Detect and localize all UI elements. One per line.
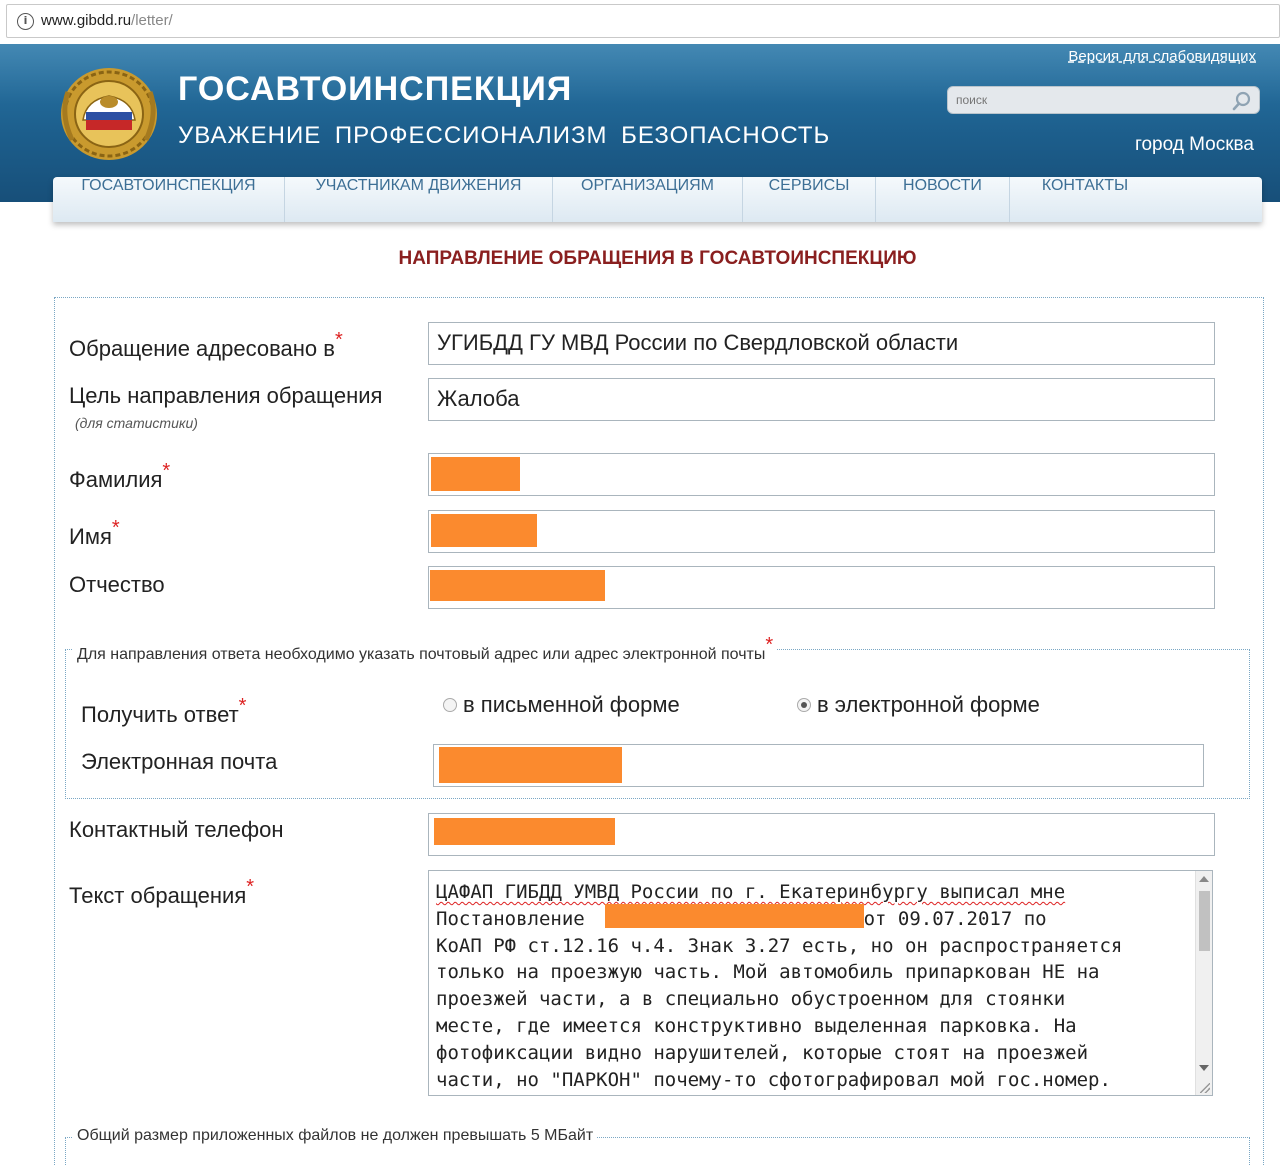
nav-item-road-users[interactable]: УЧАСТНИКАМ ДВИЖЕНИЯ <box>285 177 553 222</box>
redaction-block <box>431 514 537 547</box>
nav-item-organizations[interactable]: ОРГАНИЗАЦИЯМ <box>553 177 743 222</box>
reply-option-paper-label: в письменной форме <box>463 692 680 717</box>
scroll-up-arrow-icon[interactable] <box>1199 876 1209 882</box>
addressee-label: Обращение адресовано в* <box>69 329 343 362</box>
nav-item-contacts[interactable]: КОНТАКТЫ <box>1010 177 1160 222</box>
files-legend: Общий размер приложенных файлов не долже… <box>73 1127 598 1145</box>
purpose-hint: (для статистики) <box>75 415 198 431</box>
purpose-field[interactable]: Жалоба <box>428 378 1215 421</box>
city-selector[interactable]: город Москва <box>1135 134 1254 156</box>
redaction-block <box>430 570 605 601</box>
reply-label: Получить ответ* <box>81 695 246 728</box>
message-line: ЦАФАП ГИБДД УМВД России по г. Екатеринбу… <box>436 881 1065 903</box>
radio-button[interactable] <box>443 698 457 712</box>
gibdd-emblem-icon[interactable] <box>56 62 162 162</box>
reply-legend-text: Для направления ответа необходимо указат… <box>77 646 766 663</box>
purpose-label: Цель направления обращения <box>69 383 383 408</box>
surname-label: Фамилия* <box>69 460 170 493</box>
url-path: /letter/ <box>131 12 173 29</box>
resize-grip-icon[interactable] <box>1200 1083 1210 1093</box>
page-title: НАПРАВЛЕНИЕ ОБРАЩЕНИЯ В ГОСАВТОИНСПЕКЦИЮ <box>398 248 917 269</box>
url-text[interactable]: www.gibdd.ru/letter/ <box>41 12 173 29</box>
radio-button-checked[interactable] <box>797 698 811 712</box>
name-label-text: Имя <box>69 524 112 549</box>
surname-label-text: Фамилия <box>69 467 163 492</box>
surname-field[interactable] <box>428 453 1215 496</box>
accessibility-version-link[interactable]: Версия для слабовидящих <box>1068 48 1256 65</box>
reply-option-electronic[interactable]: в электронной форме <box>797 692 1040 718</box>
nav-item-services[interactable]: СЕРВИСЫ <box>743 177 876 222</box>
reply-legend: Для направления ответа необходимо указат… <box>73 634 778 665</box>
addressee-label-text: Обращение адресовано в <box>69 336 335 361</box>
info-icon[interactable]: i <box>17 13 34 30</box>
message-line-text: ЦАФАП ГИБДД УМВД России по г. Екатеринбу… <box>436 881 1066 903</box>
redaction-block <box>605 904 864 928</box>
required-mark: * <box>238 695 247 717</box>
redaction-block <box>439 747 622 783</box>
message-line: только на проезжую часть. Мой автомобиль… <box>436 961 1100 984</box>
message-line-text: от 09.07.2017 по <box>852 907 1047 930</box>
patronymic-label: Отчество <box>69 572 165 597</box>
redaction-block <box>434 818 615 845</box>
nav-item-gosavtoinspektsiya[interactable]: ГОСАВТОИНСПЕКЦИЯ <box>53 177 285 222</box>
url-host: www.gibdd.ru <box>41 12 132 29</box>
scroll-thumb[interactable] <box>1199 891 1210 951</box>
required-mark: * <box>334 329 343 351</box>
nav-item-news[interactable]: НОВОСТИ <box>876 177 1010 222</box>
addressee-field[interactable]: УГИБДД ГУ МВД России по Свердловской обл… <box>428 322 1215 365</box>
phone-label: Контактный телефон <box>69 817 284 842</box>
message-line: части, но "ПАРКОН" почему-то сфотографир… <box>436 1068 1111 1091</box>
name-field[interactable] <box>428 510 1215 553</box>
url-field[interactable]: i www.gibdd.ru/letter/ <box>6 4 1280 38</box>
search-box <box>947 86 1260 114</box>
message-label: Текст обращения* <box>69 876 254 909</box>
scroll-down-arrow-icon[interactable] <box>1199 1065 1209 1071</box>
reply-option-paper[interactable]: в письменной форме <box>443 692 680 718</box>
search-icon[interactable] <box>1231 90 1253 112</box>
message-line: фотофиксации видно нарушителей, которые … <box>436 1041 1089 1064</box>
message-line: КоАП РФ ст.12.16 ч.4. Знак 3.27 есть, но… <box>436 934 1123 957</box>
required-mark: * <box>765 634 774 656</box>
textarea-scrollbar[interactable] <box>1195 871 1212 1095</box>
name-label: Имя* <box>69 517 120 550</box>
redaction-block <box>431 457 520 491</box>
message-textarea[interactable]: ЦАФАП ГИБДД УМВД России по г. Екатеринбу… <box>428 870 1213 1096</box>
reply-option-electronic-label: в электронной форме <box>817 692 1040 717</box>
browser-address-bar: i www.gibdd.ru/letter/ <box>0 0 1280 44</box>
brand-title[interactable]: ГОСАВТОИНСПЕКЦИЯ <box>178 70 572 109</box>
required-mark: * <box>162 460 171 482</box>
required-mark: * <box>111 517 120 539</box>
message-label-text: Текст обращения <box>69 883 247 908</box>
message-line: месте, где имеется конструктивно выделен… <box>436 1014 1077 1037</box>
email-label: Электронная почта <box>81 749 278 774</box>
brand-slogan: УВАЖЕНИЕ ПРОФЕССИОНАЛИЗМ БЕЗОПАСНОСТЬ <box>178 122 831 149</box>
reply-label-text: Получить ответ <box>81 702 239 727</box>
required-mark: * <box>246 876 255 898</box>
main-nav: ГОСАВТОИНСПЕКЦИЯ УЧАСТНИКАМ ДВИЖЕНИЯ ОРГ… <box>53 177 1262 222</box>
message-line: проезжей части, а в специально обустроен… <box>436 988 1066 1011</box>
search-input[interactable] <box>956 91 1226 109</box>
message-line-text: Постановление <box>436 907 597 930</box>
